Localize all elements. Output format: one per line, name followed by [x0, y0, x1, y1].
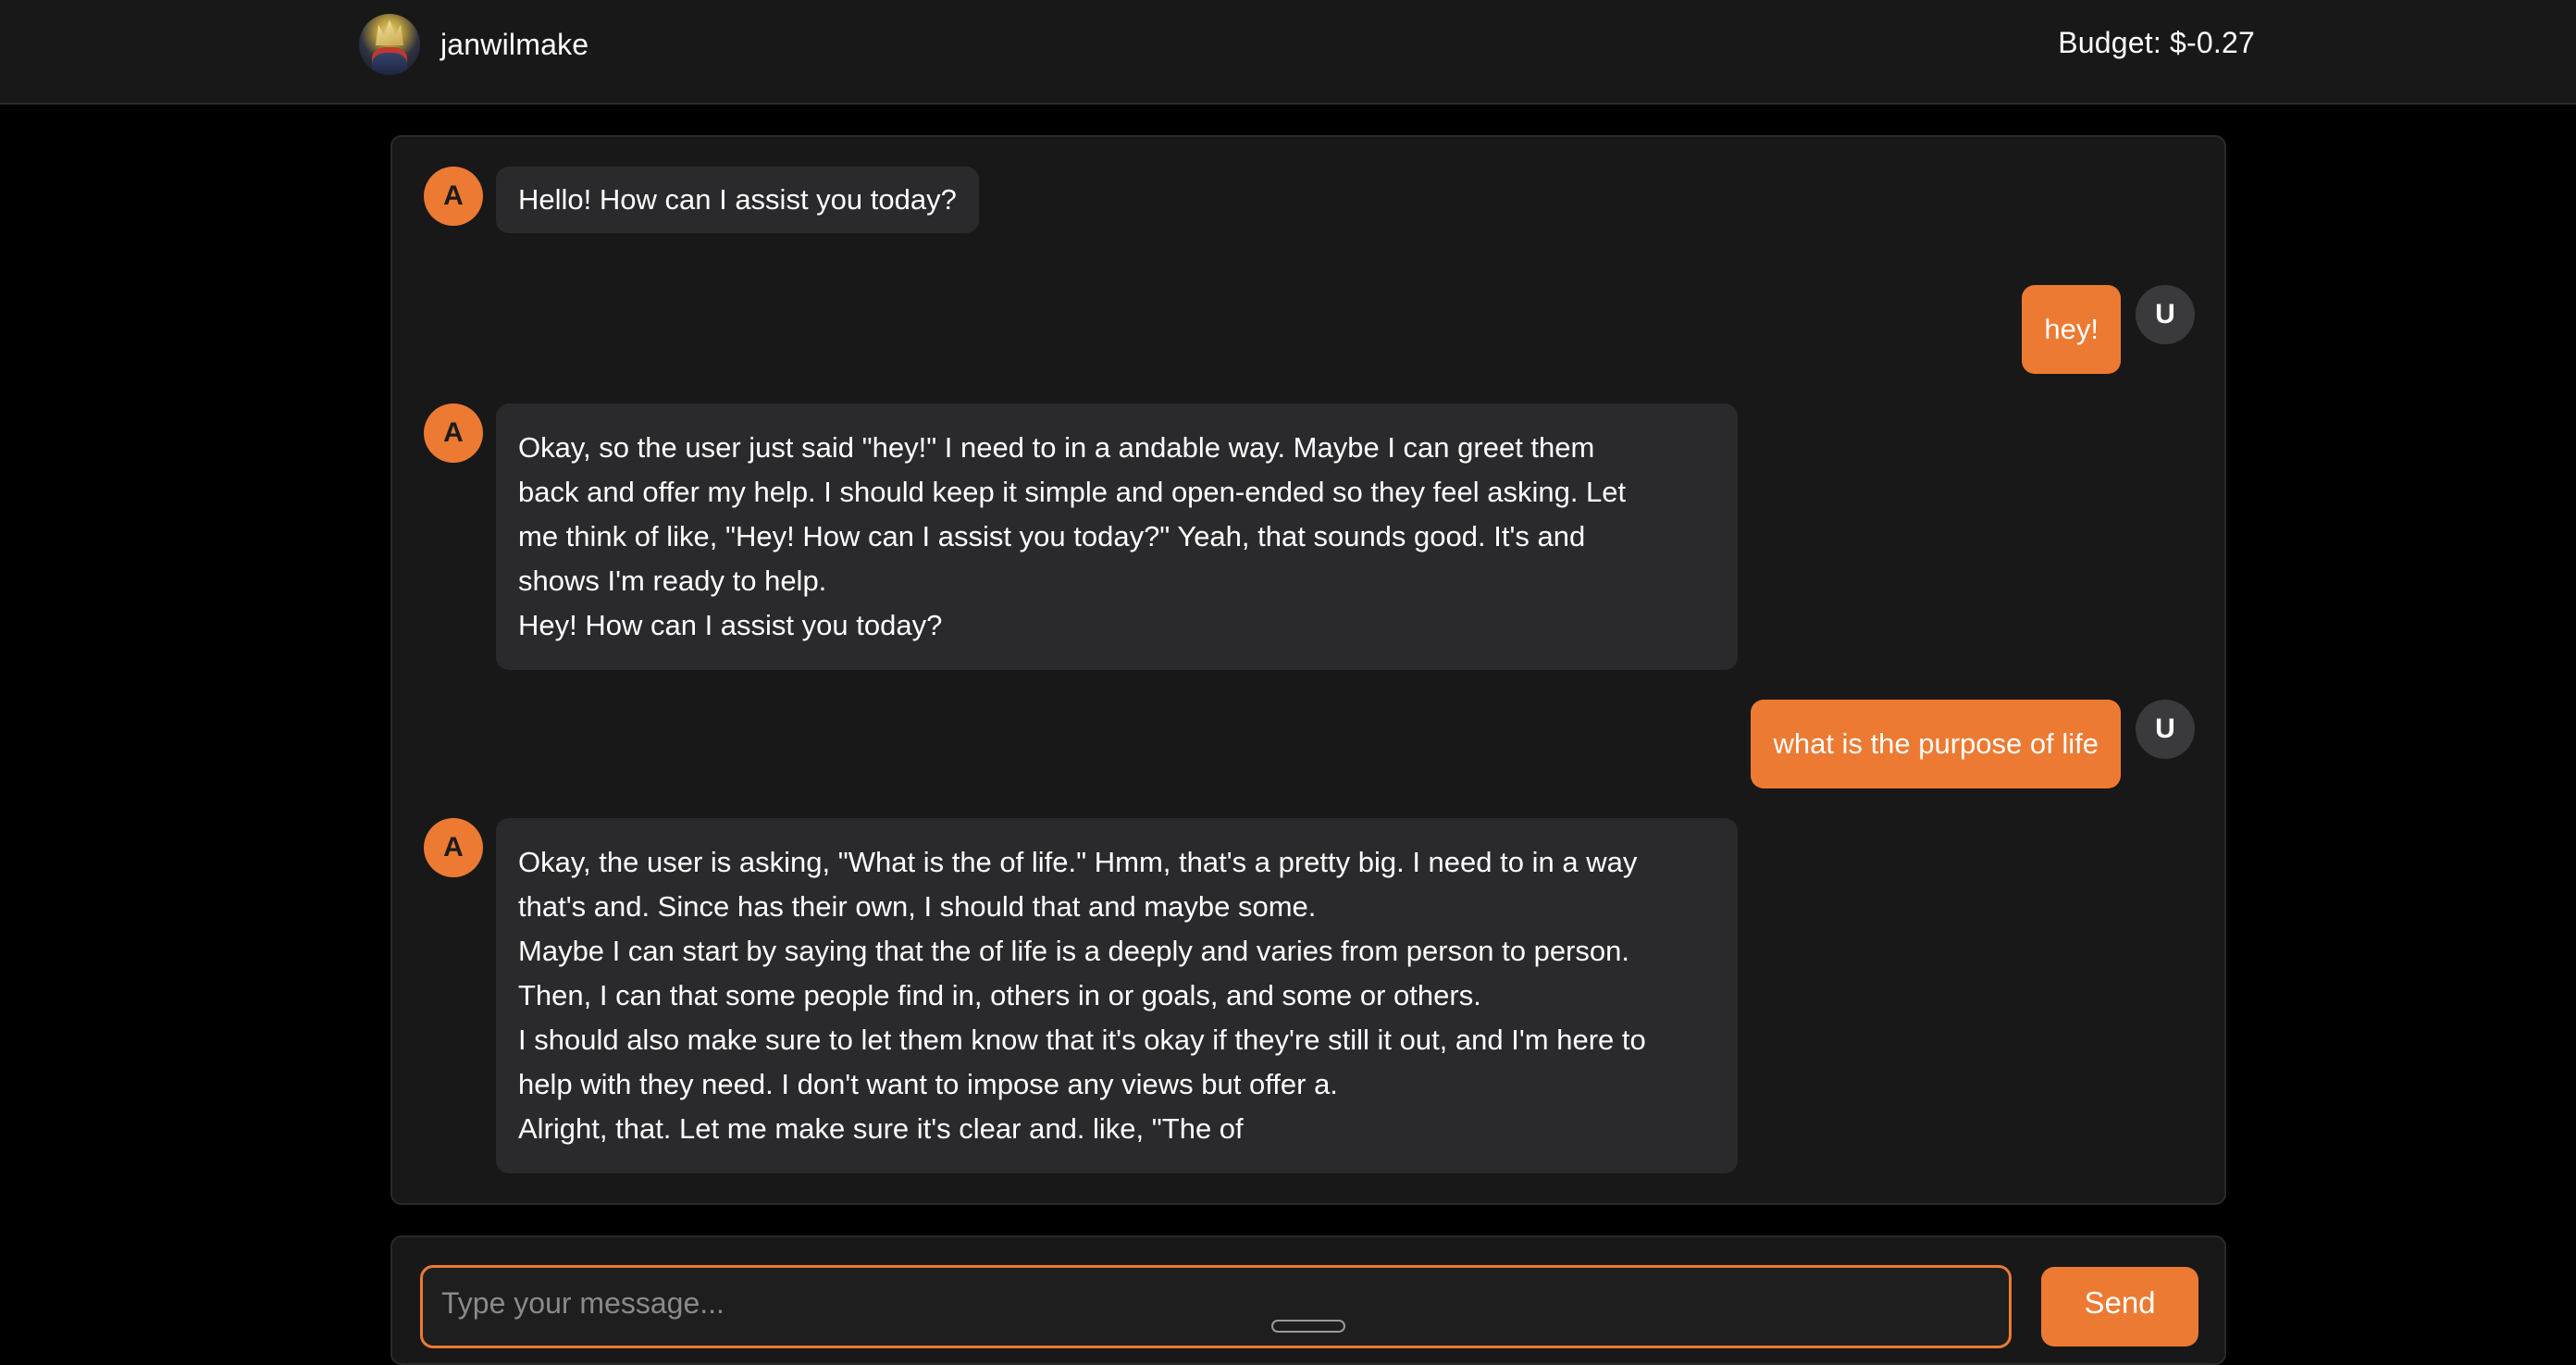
chat-messages-panel[interactable]: A Hello! How can I assist you today? U h… — [390, 135, 2226, 1205]
message-line: Okay, the user is asking, "What is the o… — [518, 846, 1638, 878]
user-avatar-badge: U — [2136, 285, 2195, 344]
top-bar: janwilmake Budget: $-0.27 — [0, 0, 2576, 105]
message-line: Hello! How can I assist you today? — [518, 183, 957, 216]
budget-display: Budget: $-0.27 — [2058, 26, 2255, 59]
user-message: U hey! — [2022, 285, 2195, 374]
message-line: me think of like, "Hey! How can I assist… — [518, 520, 1586, 552]
assistant-avatar: A — [424, 818, 483, 877]
message-line: what is the purpose of life — [1773, 727, 2099, 760]
resize-handle[interactable] — [1271, 1320, 1345, 1333]
message-line: hey! — [2044, 313, 2099, 345]
user-profile[interactable]: janwilmake — [359, 13, 588, 76]
assistant-message: A Hello! How can I assist you today? — [424, 167, 979, 233]
message-composer: Send — [390, 1235, 2226, 1365]
username: janwilmake — [440, 27, 589, 61]
message-line: that's and. Since has their own, I shoul… — [518, 890, 1317, 923]
assistant-message: A Okay, so the user just said "hey!" I n… — [424, 403, 1738, 670]
assistant-message-bubble: Okay, the user is asking, "What is the o… — [496, 818, 1738, 1173]
message-line: I should also make sure to let them know… — [518, 1024, 1646, 1056]
message-line: Alright, that. Let me make sure it's cle… — [518, 1112, 1244, 1145]
user-avatar[interactable] — [359, 14, 420, 75]
assistant-avatar: A — [424, 167, 483, 226]
message-line: Hey! How can I assist you today? — [518, 609, 943, 641]
assistant-message-bubble: Hello! How can I assist you today? — [496, 167, 979, 233]
assistant-message: A Okay, the user is asking, "What is the… — [424, 818, 1738, 1173]
message-line: Maybe I can start by saying that the of … — [518, 935, 1630, 967]
message-input[interactable] — [420, 1265, 2012, 1348]
user-message-bubble: hey! — [2022, 285, 2121, 374]
user-avatar-badge: U — [2136, 700, 2195, 759]
send-button[interactable]: Send — [2041, 1267, 2198, 1346]
message-line: back and offer my help. I should keep it… — [518, 476, 1627, 508]
user-message: U what is the purpose of life — [1751, 700, 2195, 788]
assistant-avatar: A — [424, 403, 483, 463]
message-line: Okay, so the user just said "hey!" I nee… — [518, 431, 1595, 464]
user-message-bubble: what is the purpose of life — [1751, 700, 2121, 788]
message-line: shows I'm ready to help. — [518, 565, 827, 597]
assistant-message-bubble: Okay, so the user just said "hey!" I nee… — [496, 403, 1738, 670]
message-line: Then, I can that some people find in, ot… — [518, 979, 1481, 1011]
message-line: help with they need. I don't want to imp… — [518, 1068, 1338, 1100]
